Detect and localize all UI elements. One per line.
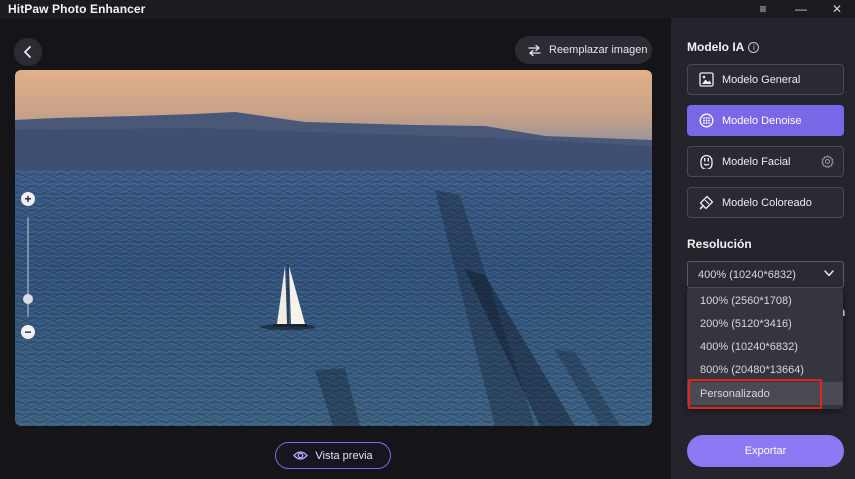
replace-image-button[interactable]: Reemplazar imagen bbox=[515, 36, 652, 64]
resolution-select[interactable]: 400% (10240*6832) bbox=[687, 261, 844, 288]
app-title: HitPaw Photo Enhancer bbox=[8, 2, 146, 16]
replace-image-label: Reemplazar imagen bbox=[549, 44, 648, 56]
model-denoise-button[interactable]: Modelo Denoise bbox=[687, 105, 844, 136]
close-icon[interactable]: ✕ bbox=[819, 0, 855, 18]
info-icon[interactable]: i bbox=[748, 42, 760, 53]
denoise-icon bbox=[698, 113, 714, 129]
model-coloreado-label: Modelo Coloreado bbox=[722, 196, 812, 209]
resolution-section-title: Resolución bbox=[687, 237, 752, 251]
resolution-option-400[interactable]: 400% (10240*6832) bbox=[687, 335, 843, 358]
chevron-down-icon bbox=[824, 270, 834, 277]
model-general-button[interactable]: Modelo General bbox=[687, 64, 844, 95]
resolution-option-800[interactable]: 800% (20480*13664) bbox=[687, 358, 843, 381]
eye-icon bbox=[293, 451, 309, 460]
settings-panel: Modelo IA i Modelo General Modelo Denoise… bbox=[671, 18, 855, 479]
preview-label: Vista previa bbox=[315, 449, 373, 462]
model-title-text: Modelo IA bbox=[687, 40, 745, 54]
gear-icon[interactable] bbox=[821, 155, 834, 168]
zoom-in-button[interactable]: + bbox=[21, 192, 35, 206]
zoom-slider-handle[interactable] bbox=[23, 294, 33, 304]
model-section-title: Modelo IA i bbox=[687, 40, 760, 54]
resolution-option-100[interactable]: 100% (2560*1708) bbox=[687, 289, 843, 312]
chevron-left-icon bbox=[24, 46, 31, 58]
model-facial-label: Modelo Facial bbox=[722, 155, 791, 168]
resolution-option-200[interactable]: 200% (5120*3416) bbox=[687, 312, 843, 335]
back-button[interactable] bbox=[14, 38, 42, 66]
preview-area: Reemplazar imagen + − Vista previa bbox=[0, 18, 671, 479]
title-bar: HitPaw Photo Enhancer ≡ — ✕ bbox=[0, 0, 855, 18]
image-icon bbox=[698, 72, 714, 88]
photo-canvas[interactable] bbox=[15, 70, 652, 426]
resolution-selected-value: 400% (10240*6832) bbox=[698, 268, 796, 281]
menu-icon[interactable]: ≡ bbox=[745, 0, 781, 18]
model-coloreado-button[interactable]: Modelo Coloreado bbox=[687, 187, 844, 218]
zoom-out-button[interactable]: − bbox=[21, 325, 35, 339]
highlight-annotation-box bbox=[688, 379, 822, 409]
model-denoise-label: Modelo Denoise bbox=[722, 114, 802, 127]
face-icon bbox=[698, 154, 714, 170]
minimize-icon[interactable]: — bbox=[783, 0, 819, 18]
sailboat-photo bbox=[15, 70, 652, 426]
colorize-icon bbox=[698, 195, 714, 211]
model-general-label: Modelo General bbox=[722, 73, 801, 86]
export-button[interactable]: Exportar bbox=[687, 435, 844, 467]
model-facial-button[interactable]: Modelo Facial bbox=[687, 146, 844, 177]
preview-button[interactable]: Vista previa bbox=[275, 442, 391, 469]
swap-arrows-icon bbox=[528, 44, 541, 56]
